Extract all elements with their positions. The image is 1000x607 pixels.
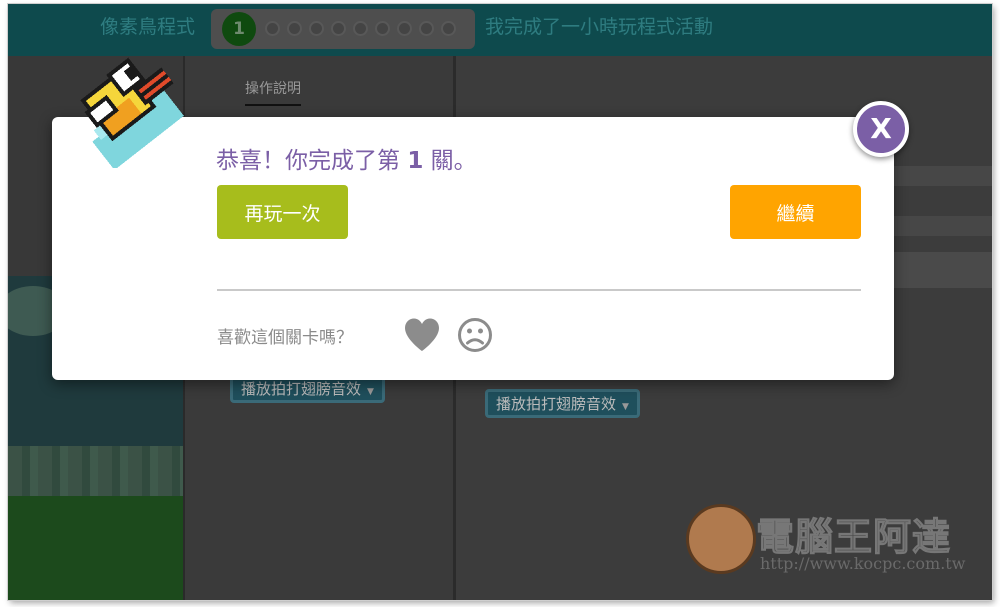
block-label: 播放拍打翅膀音效 — [496, 395, 617, 413]
level-dot[interactable] — [353, 21, 368, 36]
watermark-face-icon — [686, 504, 756, 574]
completed-level-number: 1 — [407, 148, 424, 174]
feedback-question: 喜歡這個關卡嗎？ — [217, 328, 353, 348]
close-icon[interactable]: X — [853, 101, 909, 157]
flap-sound-block[interactable]: 播放拍打翅膀音效 ▼ — [485, 389, 640, 418]
game-ground — [8, 496, 183, 600]
level-dot[interactable] — [287, 21, 302, 36]
continue-button[interactable]: 繼續 — [730, 185, 861, 239]
congrats-message: 恭喜！你完成了第 1 關。 — [216, 141, 477, 175]
level-dot[interactable] — [265, 21, 280, 36]
current-level-indicator[interactable]: 1 — [222, 12, 256, 46]
app-title: 像素鳥程式 — [100, 16, 196, 38]
level-dot[interactable] — [309, 21, 324, 36]
level-dot[interactable] — [375, 21, 390, 36]
dialog-divider — [217, 289, 861, 291]
watermark-title: 電腦王阿達 — [755, 515, 952, 560]
level-dot[interactable] — [397, 21, 412, 36]
hour-of-code-text: 我完成了一小時玩程式活動 — [485, 16, 714, 38]
level-dot[interactable] — [441, 21, 456, 36]
heart-icon[interactable] — [403, 317, 441, 353]
dropdown-caret-icon[interactable]: ▼ — [367, 387, 374, 397]
watermark-url: http://www.kocpc.com.tw — [760, 554, 966, 573]
congrats-suffix: 關。 — [430, 148, 477, 174]
level-dot[interactable] — [419, 21, 434, 36]
congrats-prefix: 恭喜！你完成了第 — [216, 148, 400, 174]
tab-instructions[interactable]: 操作說明 — [245, 78, 301, 106]
block-label: 播放拍打翅膀音效 — [241, 380, 362, 398]
replay-button[interactable]: 再玩一次 — [217, 185, 348, 239]
dropdown-caret-icon[interactable]: ▼ — [622, 402, 629, 412]
flappy-bird-icon — [80, 57, 184, 168]
frown-face-icon[interactable] — [457, 317, 493, 353]
game-city-skyline — [8, 446, 183, 496]
level-progress: 1 — [211, 9, 475, 49]
level-dot[interactable] — [331, 21, 346, 36]
